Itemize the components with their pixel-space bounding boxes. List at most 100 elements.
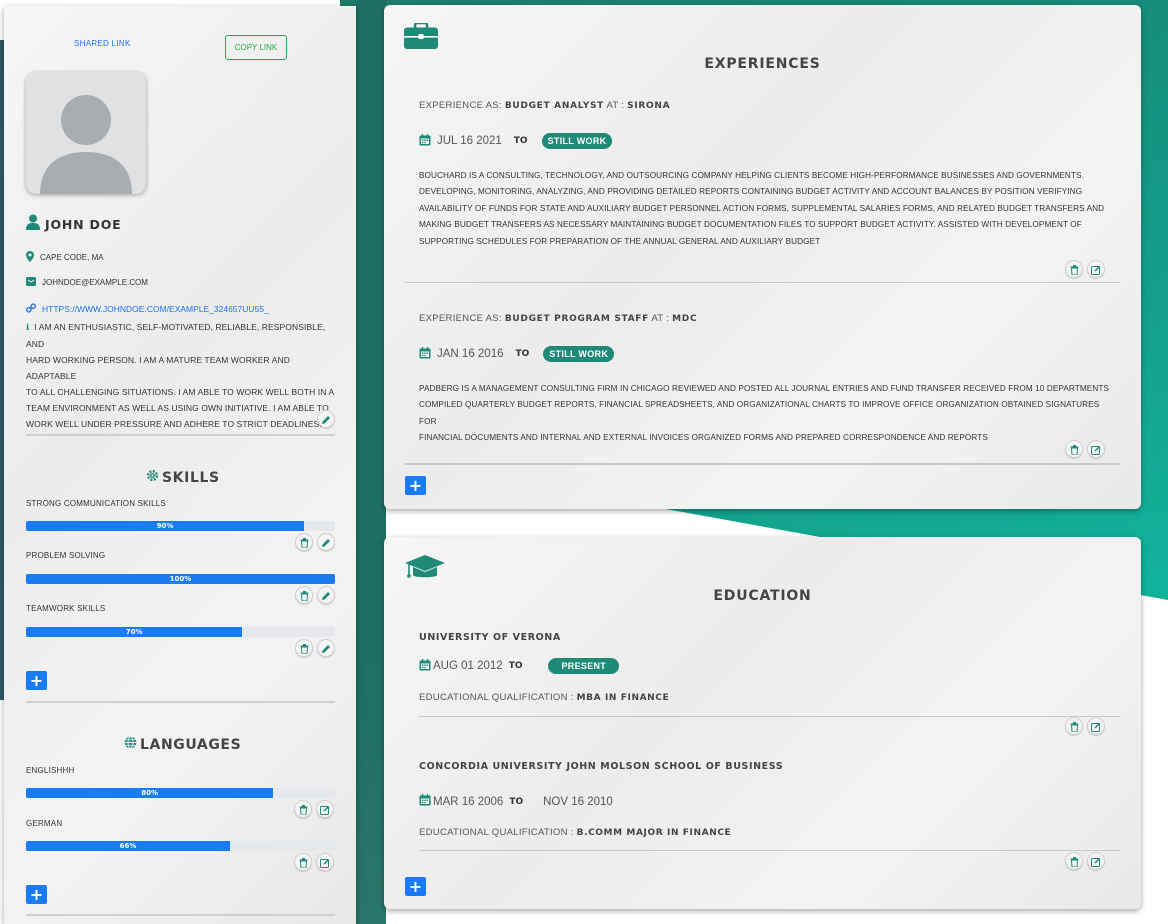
school-name: UNIVERSITY OF VERONA xyxy=(419,632,561,643)
profile-name-row: JOHN DOE xyxy=(26,214,122,234)
cog-icon xyxy=(146,469,159,486)
skill-label: PROBLEM SOLVING xyxy=(26,551,106,560)
pencil-icon xyxy=(321,639,331,658)
profile-sidebar: SHARED LINK COPY LINK JOHN DOE CAPE CODE… xyxy=(4,6,356,924)
email-row: JOHNDOE@EXAMPLE.COM xyxy=(26,277,148,288)
skill-progress-fill: 100% xyxy=(26,574,335,584)
status-badge: PRESENT xyxy=(548,658,620,674)
status-badge: STILL WORK xyxy=(541,133,613,149)
map-marker-icon xyxy=(26,251,34,264)
status-badge: STILL WORK xyxy=(543,346,615,362)
shared-link[interactable]: SHARED LINK xyxy=(74,39,131,48)
experiences-title: EXPERIENCES xyxy=(704,56,821,72)
trash-icon xyxy=(300,586,309,605)
calendar-icon xyxy=(419,658,431,674)
add-skill-button[interactable]: + xyxy=(26,671,47,690)
delete-experience-button[interactable] xyxy=(1065,260,1083,278)
add-experience-button[interactable]: + xyxy=(405,476,426,495)
location-text: CAPE CODE, MA xyxy=(40,253,104,262)
trash-icon xyxy=(299,853,308,872)
website-link[interactable]: HTTPS://WWW.JOHNDOE.COM/EXAMPLE_324657UU… xyxy=(42,304,269,314)
location-row: CAPE CODE, MA xyxy=(26,251,104,264)
language-progress-bar: 80% xyxy=(26,788,335,798)
globe-icon xyxy=(124,736,137,753)
delete-experience-button[interactable] xyxy=(1065,440,1083,458)
trash-icon xyxy=(1070,852,1079,871)
about-line: TEAM ENVIRONMENT AS WELL AS USING OWN IN… xyxy=(26,403,329,413)
qualification-row: EDUCATIONAL QUALIFICATION : MBA IN FINAN… xyxy=(419,692,670,703)
edit-skill-button[interactable] xyxy=(317,533,335,551)
education-start-date: AUG 01 2012 xyxy=(433,660,503,672)
edit-icon xyxy=(1091,440,1101,459)
add-education-button[interactable]: + xyxy=(405,877,426,896)
about-line: TO ALL CHALLENGING SITUATIONS. I AM ABLE… xyxy=(26,387,335,397)
trash-icon xyxy=(300,639,309,658)
edit-experience-button[interactable] xyxy=(1087,440,1105,458)
briefcase-icon xyxy=(404,21,438,53)
experiences-card: EXPERIENCES EXPERIENCE AS: BUDGET ANALYS… xyxy=(384,5,1141,509)
envelope-icon xyxy=(26,277,36,288)
trash-icon xyxy=(1070,260,1079,279)
education-date-row: AUG 01 2012 TO PRESENT xyxy=(419,658,620,674)
languages-title: LANGUAGES xyxy=(124,736,241,753)
qualification-row: EDUCATIONAL QUALIFICATION : B.COMM MAJOR… xyxy=(419,827,732,838)
skills-title: SKILLS xyxy=(146,469,220,486)
add-language-button[interactable]: + xyxy=(26,885,47,904)
experience-description: PADBERG IS A MANAGEMENT CONSULTING FIRM … xyxy=(419,384,1110,443)
skill-progress-bar: 70% xyxy=(26,627,335,637)
trash-icon xyxy=(1070,440,1079,459)
delete-education-button[interactable] xyxy=(1065,852,1083,870)
copy-link-button[interactable]: COPY LINK xyxy=(225,35,287,60)
email-text: JOHNDOE@EXAMPLE.COM xyxy=(42,278,148,287)
education-card: EDUCATION UNIVERSITY OF VERONA AUG 01 20… xyxy=(384,537,1141,909)
info-icon: i xyxy=(26,323,30,333)
divider xyxy=(26,914,335,916)
edit-education-button[interactable] xyxy=(1087,852,1105,870)
calendar-icon xyxy=(419,133,431,149)
edit-skill-button[interactable] xyxy=(317,639,335,657)
delete-skill-button[interactable] xyxy=(295,586,313,604)
calendar-icon xyxy=(419,794,431,809)
pencil-icon xyxy=(321,586,331,605)
experience-heading: EXPERIENCE AS: BUDGET ANALYST AT : SIRON… xyxy=(419,100,671,111)
experience-role: BUDGET PROGRAM STAFF xyxy=(504,314,650,324)
edit-experience-button[interactable] xyxy=(1087,260,1105,278)
skill-progress-bar: 100% xyxy=(26,574,335,584)
edit-language-button[interactable] xyxy=(316,853,334,871)
education-end-date: NOV 16 2010 xyxy=(543,795,613,808)
trash-icon xyxy=(299,800,308,819)
education-start-date: MAR 16 2006 xyxy=(433,795,504,808)
edit-education-button[interactable] xyxy=(1087,717,1105,735)
delete-skill-button[interactable] xyxy=(295,533,313,551)
edit-skill-button[interactable] xyxy=(317,586,335,604)
delete-language-button[interactable] xyxy=(294,853,312,871)
profile-name: JOHN DOE xyxy=(45,216,122,232)
divider xyxy=(26,701,335,703)
edit-language-button[interactable] xyxy=(316,800,334,818)
language-progress-bar: 66% xyxy=(26,841,335,851)
experience-role: BUDGET ANALYST xyxy=(504,101,605,111)
website-row: HTTPS://WWW.JOHNDOE.COM/EXAMPLE_324657UU… xyxy=(25,303,269,315)
edit-icon xyxy=(1091,717,1101,736)
school-name: CONCORDIA UNIVERSITY JOHN MOLSON SCHOOL … xyxy=(419,761,784,772)
trash-icon xyxy=(1070,717,1079,736)
experience-date-row: JAN 16 2016 TO STILL WORK xyxy=(419,346,615,362)
trash-icon xyxy=(300,533,309,552)
edit-profile-button[interactable] xyxy=(317,410,335,428)
about-line: I AM AN ENTHUSIASTIC, SELF-MOTIVATED, RE… xyxy=(26,322,326,349)
skill-progress-bar: 90% xyxy=(26,521,335,531)
experience-company: MDC xyxy=(672,314,698,324)
skill-label: STRONG COMMUNICATION SKILLS xyxy=(26,499,166,508)
divider xyxy=(405,282,1120,283)
edit-icon xyxy=(320,853,330,872)
calendar-icon xyxy=(419,346,431,362)
language-label: GERMAN xyxy=(26,819,63,828)
experience-description: BOUCHARD IS A CONSULTING, TECHNOLOGY, AN… xyxy=(419,171,1105,246)
user-icon xyxy=(26,214,40,234)
delete-education-button[interactable] xyxy=(1065,717,1083,735)
education-title: EDUCATION xyxy=(713,588,812,604)
delete-language-button[interactable] xyxy=(294,800,312,818)
delete-skill-button[interactable] xyxy=(295,639,313,657)
qualification-value: B.COMM MAJOR IN FINANCE xyxy=(576,828,732,838)
skill-progress-fill: 90% xyxy=(26,521,305,531)
